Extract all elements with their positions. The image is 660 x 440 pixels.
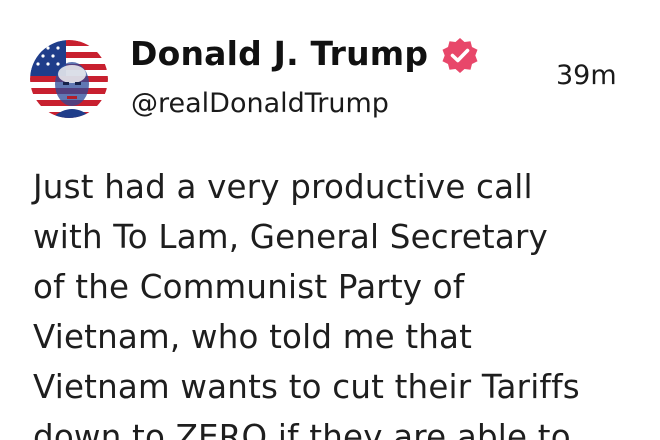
post-text-line: Just had a very productive call [33,168,533,206]
post-timestamp[interactable]: 39m [556,60,617,91]
author-display-name[interactable]: Donald J. Trump [130,34,428,73]
post-text-line: down to ZERO if they are able to [33,418,571,440]
author-avatar[interactable] [30,40,108,118]
post-text-line: of the Communist Party of [33,268,465,306]
post-text: Just had a very productive call with To … [33,162,643,440]
post-card: Donald J. Trump @realDonaldTrump 39m Jus… [0,0,660,440]
author-handle[interactable]: @realDonaldTrump [131,88,389,119]
post-text-line: Vietnam wants to cut their Tariffs [33,368,580,406]
flag-portrait-icon [30,40,108,118]
verified-badge-icon [440,36,480,76]
post-text-line: with To Lam, General Secretary [33,218,548,256]
post-text-line: Vietnam, who told me that [33,318,473,356]
